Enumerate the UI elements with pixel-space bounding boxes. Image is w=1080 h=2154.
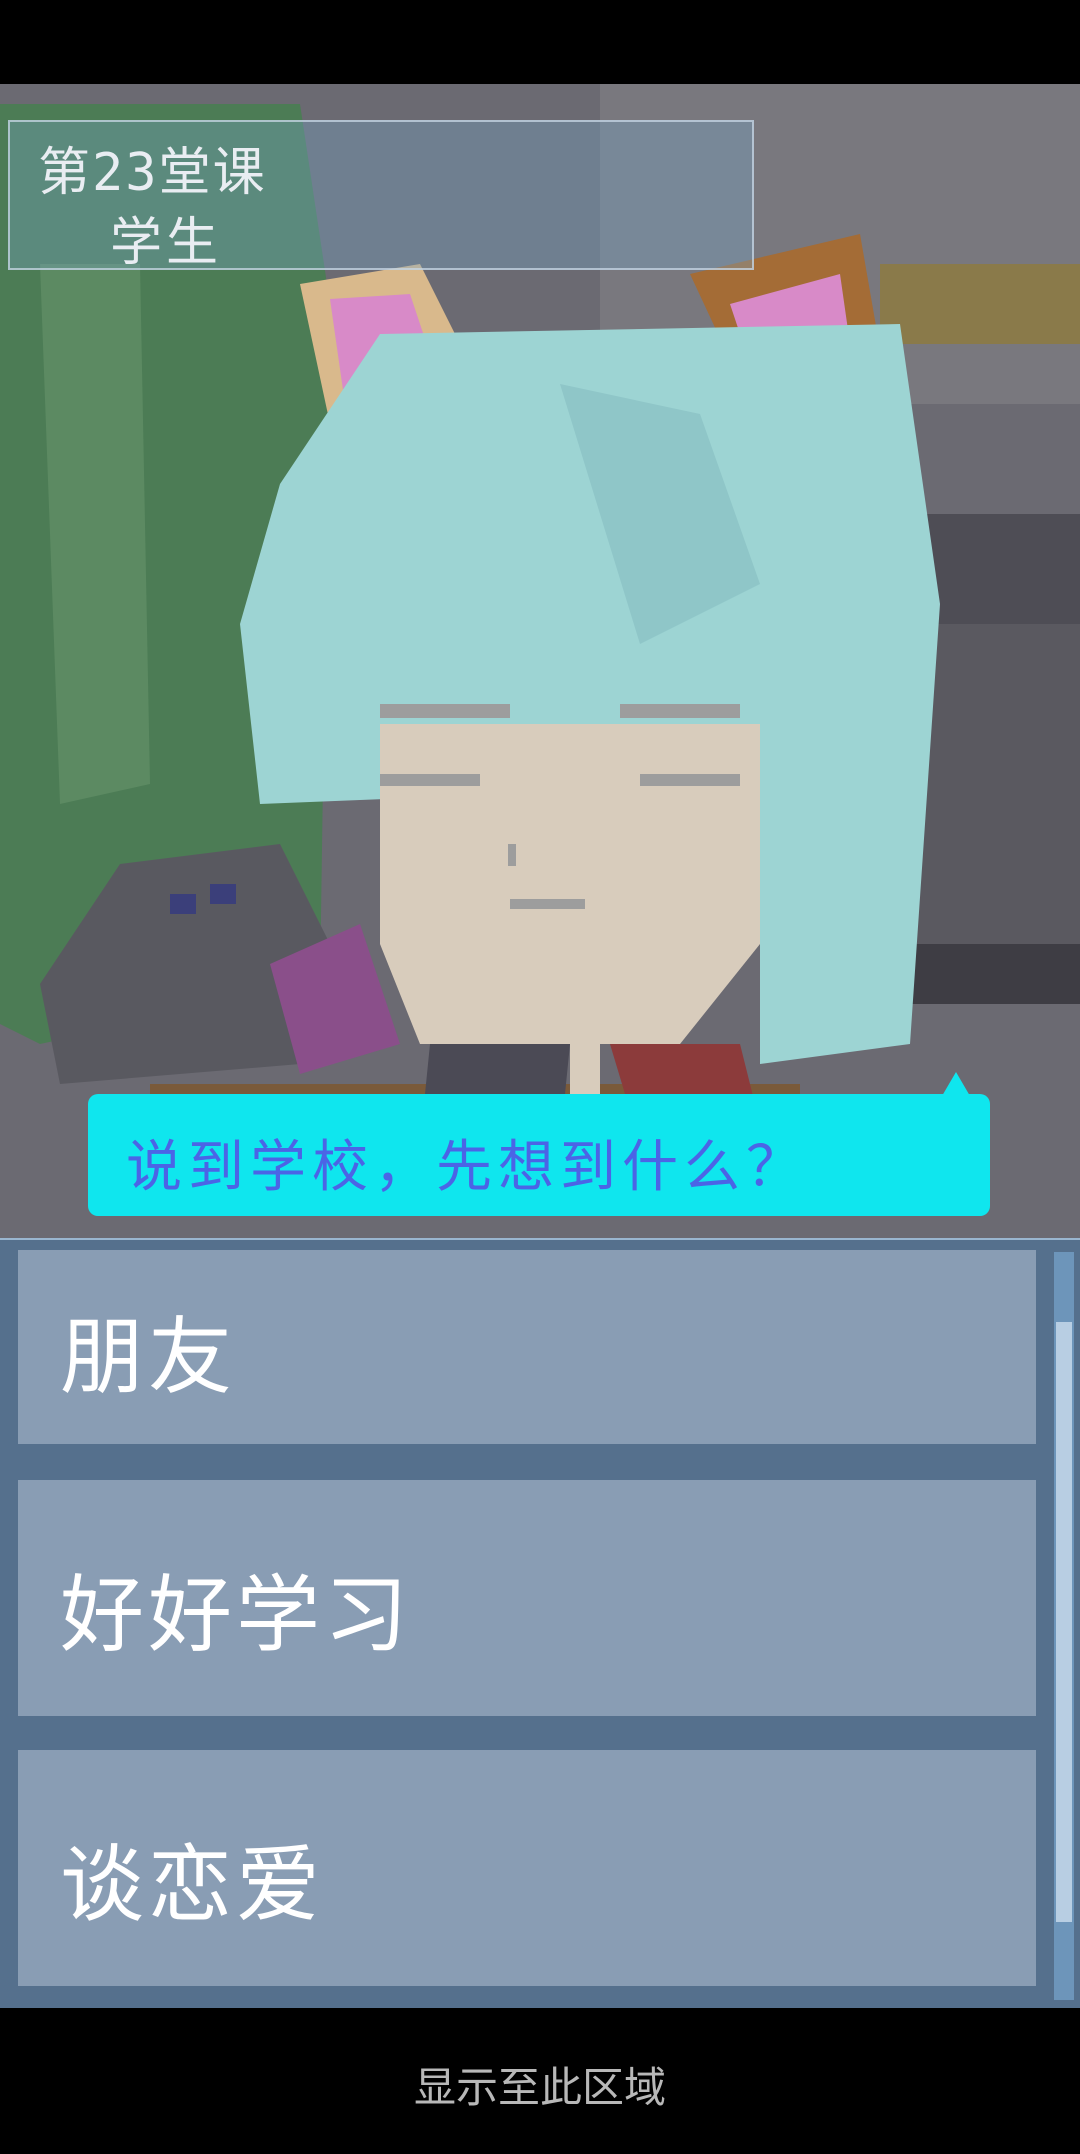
choice-dating[interactable]: 谈恋爱: [18, 1750, 1036, 1986]
speaker-name: 学生: [110, 213, 223, 273]
dialogue-text: 说到学校，先想到什么？: [126, 1135, 808, 1200]
speech-bubble: 说到学校，先想到什么？: [88, 1072, 990, 1216]
eye-line-right: [640, 774, 740, 786]
eye-line-left: [380, 774, 480, 786]
choice-label: 谈恋爱: [60, 1836, 325, 1934]
scrollbar[interactable]: [1054, 1252, 1074, 2000]
shelf-board: [880, 264, 1080, 344]
choice-label: 朋友: [60, 1308, 237, 1406]
game-scene[interactable]: 第23堂课 学生 说到学校，先想到什么？ 朋友 好好学习 谈恋爱: [0, 84, 1080, 2008]
scrollbar-thumb[interactable]: [1056, 1322, 1072, 1922]
choice-friends[interactable]: 朋友: [18, 1250, 1036, 1444]
display-area-hint: 显示至此区域: [413, 2063, 666, 2112]
choice-list: 朋友 好好学习 谈恋爱: [0, 1238, 1080, 2008]
nose: [508, 844, 516, 866]
choice-label: 好好学习: [60, 1566, 413, 1664]
lesson-panel: 第23堂课 学生: [8, 120, 754, 273]
creature-eye: [170, 894, 196, 914]
creature-eye: [210, 884, 236, 904]
closed-eye-left: [380, 704, 510, 718]
speech-bubble-tail: [942, 1072, 970, 1096]
game-screen: 第23堂课 学生 说到学校，先想到什么？ 朋友 好好学习 谈恋爱 显示至此区域: [0, 0, 1080, 2154]
lesson-title: 第23堂课: [38, 143, 267, 203]
choice-study-hard[interactable]: 好好学习: [18, 1480, 1036, 1716]
face: [380, 724, 760, 1044]
closed-eye-right: [620, 704, 740, 718]
mouth: [510, 899, 585, 909]
